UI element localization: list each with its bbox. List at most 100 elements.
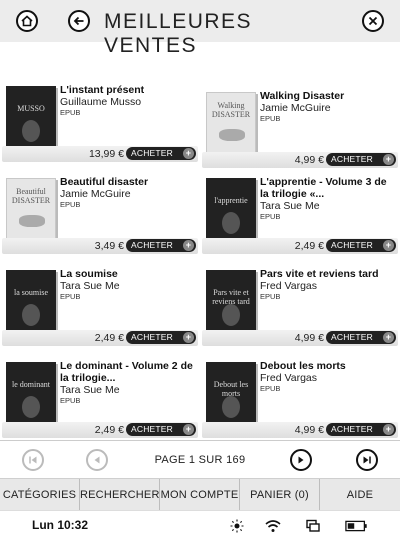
back-arrow-icon [73,16,84,26]
battery-icon [345,520,367,532]
home-button[interactable] [16,10,38,32]
wifi-button[interactable] [264,518,282,534]
nav-cart[interactable]: PANIER (0) [240,479,320,511]
purchase-bar: 2,49 € ACHETER + [2,330,198,346]
pagination-bar: PAGE 1 SUR 169 [0,440,400,478]
book-title[interactable]: L'instant présent [60,84,196,96]
book-format: EPUB [260,212,281,221]
plus-icon: + [183,332,194,343]
book-price: 13,99 € [88,148,124,160]
book-info: L'apprentie - Volume 3 de la trilogie «.… [260,176,396,221]
nav-search[interactable]: RECHERCHER [80,479,160,511]
book-info: Debout les morts Fred Vargas EPUB [260,360,396,393]
bottom-nav: CATÉGORIES RECHERCHER MON COMPTE PANIER … [0,478,400,511]
buy-button[interactable]: ACHETER + [126,147,196,160]
status-bar: Lun 10:32 [0,510,400,540]
buy-button[interactable]: ACHETER + [326,153,396,166]
book-price: 4,99 € [294,154,324,166]
book-card[interactable]: Walking DISASTER Walking Disaster Jamie … [202,86,398,168]
book-format: EPUB [60,108,81,117]
book-author: Tara Sue Me [60,384,120,396]
cover-text: la soumise [14,288,48,297]
buy-button[interactable]: ACHETER + [326,239,396,252]
plus-icon: + [383,332,394,343]
book-title[interactable]: Le dominant - Volume 2 de la trilogie... [60,360,196,384]
buy-label: ACHETER [331,240,374,250]
book-title[interactable]: Walking Disaster [260,90,396,102]
book-author: Fred Vargas [260,280,317,292]
page-indicator: PAGE 1 SUR 169 [154,454,246,466]
book-info: Walking Disaster Jamie McGuire EPUB [260,90,396,123]
book-title[interactable]: Beautiful disaster [60,176,196,188]
book-price: 3,49 € [94,240,124,252]
book-price: 4,99 € [294,424,324,436]
book-format: EPUB [60,200,81,209]
book-card[interactable]: Debout les morts Debout les morts Fred V… [202,356,398,438]
sync-button[interactable] [304,518,322,534]
purchase-bar: 4,99 € ACHETER + [202,330,398,346]
back-button[interactable] [68,10,90,32]
book-format: EPUB [260,114,281,123]
book-author: Guillaume Musso [60,96,142,108]
cover-text: Walking DISASTER [211,101,251,119]
nav-account[interactable]: MON COMPTE [160,479,240,511]
book-grid: MUSSO L'instant présent Guillaume Musso … [0,42,400,440]
purchase-bar: 4,99 € ACHETER + [202,152,398,168]
book-format: EPUB [60,396,81,405]
book-card[interactable]: le dominant Le dominant - Volume 2 de la… [2,356,198,438]
close-button[interactable] [362,10,384,32]
cover-text: MUSSO [17,104,45,113]
book-price: 4,99 € [294,332,324,344]
book-price: 2,49 € [94,424,124,436]
book-price: 2,49 € [94,332,124,344]
buy-label: ACHETER [131,148,174,158]
cover-art [219,129,245,141]
previous-page-icon [94,456,100,464]
cover-text: Beautiful DISASTER [11,187,51,205]
book-format: EPUB [260,292,281,301]
nav-help[interactable]: AIDE [320,479,400,511]
frontlight-button[interactable] [228,518,246,534]
buy-button[interactable]: ACHETER + [326,423,396,436]
battery-indicator [344,518,370,534]
book-info: Pars vite et reviens tard Fred Vargas EP… [260,268,396,301]
buy-label: ACHETER [131,332,174,342]
cover-art [22,396,40,418]
plus-icon: + [383,240,394,251]
last-page-icon [363,456,371,464]
next-page-icon [298,456,304,464]
book-info: Le dominant - Volume 2 de la trilogie...… [60,360,196,405]
book-info: Beautiful disaster Jamie McGuire EPUB [60,176,196,209]
buy-button[interactable]: ACHETER + [126,331,196,344]
book-title[interactable]: L'apprentie - Volume 3 de la trilogie «.… [260,176,396,200]
book-card[interactable]: la soumise La soumise Tara Sue Me EPUB 2… [2,264,198,346]
buy-button[interactable]: ACHETER + [126,239,196,252]
buy-button[interactable]: ACHETER + [126,423,196,436]
book-card[interactable]: l'apprentie L'apprentie - Volume 3 de la… [202,172,398,254]
last-page-button[interactable] [356,449,378,471]
book-card[interactable]: MUSSO L'instant présent Guillaume Musso … [2,80,198,162]
cover-art [222,212,240,234]
top-header: MEILLEURES VENTES [0,0,400,57]
book-info: L'instant présent Guillaume Musso EPUB [60,84,196,117]
previous-page-button[interactable] [86,449,108,471]
cover-art [222,304,240,326]
next-page-button[interactable] [290,449,312,471]
cover-art [22,120,40,142]
buy-label: ACHETER [131,424,174,434]
book-author: Tara Sue Me [260,200,320,212]
purchase-bar: 13,99 € ACHETER + [2,146,198,162]
book-card[interactable]: Beautiful DISASTER Beautiful disaster Ja… [2,172,198,254]
book-title[interactable]: Pars vite et reviens tard [260,268,396,280]
buy-label: ACHETER [131,240,174,250]
book-card[interactable]: Pars vite et reviens tard Pars vite et r… [202,264,398,346]
wifi-icon [265,520,281,532]
book-author: Jamie McGuire [60,188,131,200]
book-format: EPUB [260,384,281,393]
plus-icon: + [183,240,194,251]
buy-button[interactable]: ACHETER + [326,331,396,344]
book-title[interactable]: La soumise [60,268,196,280]
first-page-button[interactable] [22,449,44,471]
nav-categories[interactable]: CATÉGORIES [0,479,80,511]
book-title[interactable]: Debout les morts [260,360,396,372]
